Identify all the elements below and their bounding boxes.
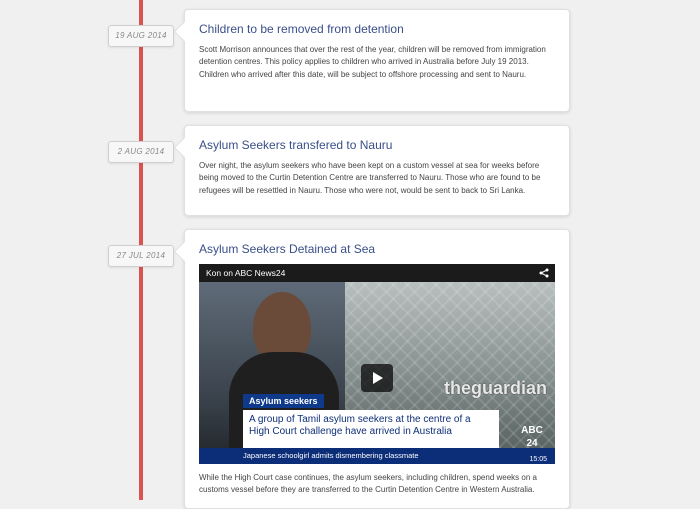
card-text: While the High Court case continues, the… <box>199 473 537 495</box>
news-headline: A group of Tamil asylum seekers at the c… <box>243 410 499 448</box>
guardian-watermark: theguardian <box>443 378 547 398</box>
video-title-bar: Kon on ABC News24 <box>199 264 555 282</box>
video-frame[interactable]: theguardian Asylum seekers A group of Ta… <box>199 282 555 464</box>
card-title[interactable]: Children to be removed from detention <box>199 22 555 36</box>
timeline-card: Asylum Seekers Detained at Sea Kon on AB… <box>184 229 570 509</box>
timeline-card: Asylum Seekers transfered to Nauru Over … <box>184 125 570 216</box>
play-button[interactable] <box>361 364 393 392</box>
video-player[interactable]: Kon on ABC News24 theguardian Asylum see… <box>199 264 555 464</box>
card-title[interactable]: Asylum Seekers Detained at Sea <box>199 242 555 256</box>
date-badge: 27 JUL 2014 <box>108 245 174 267</box>
video-title[interactable]: Kon on ABC News24 <box>206 268 285 278</box>
channel-logo: ABC 24 <box>521 425 543 449</box>
news-ticker: Japanese schoolgirl admits dismembering … <box>199 448 555 464</box>
card-text: Scott Morrison announces that over the r… <box>199 45 546 79</box>
chyron-label: Asylum seekers <box>243 394 324 408</box>
video-time: 15:05 <box>529 456 547 463</box>
card-title[interactable]: Asylum Seekers transfered to Nauru <box>199 138 555 152</box>
share-icon[interactable] <box>539 268 549 278</box>
card-text: Over night, the asylum seekers who have … <box>199 161 541 195</box>
timeline-card: Children to be removed from detention Sc… <box>184 9 570 112</box>
date-badge: 2 AUG 2014 <box>108 141 174 163</box>
date-badge: 19 AUG 2014 <box>108 25 174 47</box>
